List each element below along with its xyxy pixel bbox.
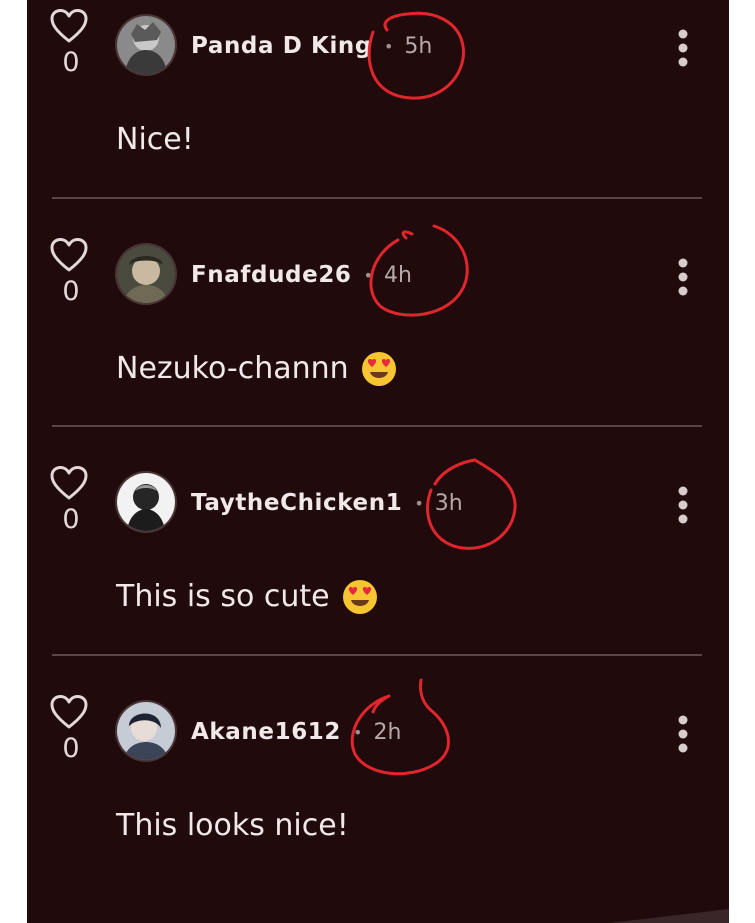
comment-item: 0 Fnafdude26 • 4h Nezuko-channn	[27, 229, 729, 457]
comment-meta: Akane1612 • 2h	[191, 712, 401, 752]
comment-text-content: Nice!	[116, 122, 194, 157]
panel-corner	[609, 909, 729, 923]
like-count: 0	[62, 276, 80, 307]
heart-eyes-emoji	[361, 352, 396, 386]
avatar[interactable]	[117, 16, 175, 74]
comment-text-content: Nezuko-channn	[116, 351, 349, 386]
like-count: 0	[62, 504, 80, 535]
comment-text: Nezuko-channn	[116, 349, 397, 389]
timestamp: 4h	[383, 262, 412, 288]
comments-panel: 0 Panda D King • 5h Nice! 0 Fnafdude26 •…	[27, 0, 729, 923]
username[interactable]: Panda D King	[191, 33, 372, 59]
more-vertical-icon[interactable]	[672, 257, 694, 297]
divider	[52, 425, 702, 427]
comment-meta: Fnafdude26 • 4h	[191, 255, 412, 295]
more-vertical-icon[interactable]	[672, 485, 694, 525]
username[interactable]: Akane1612	[191, 719, 341, 745]
comment-text-content: This looks nice!	[116, 808, 349, 843]
avatar[interactable]	[117, 473, 175, 531]
separator-dot: •	[353, 722, 363, 742]
timestamp: 3h	[434, 490, 463, 516]
comment-text: Nice!	[116, 120, 194, 160]
heart-outline-icon[interactable]	[49, 465, 89, 501]
username[interactable]: TaytheChicken1	[191, 490, 402, 516]
comment-meta: TaytheChicken1 • 3h	[191, 483, 463, 523]
heart-outline-icon[interactable]	[49, 8, 89, 44]
timestamp: 5h	[404, 33, 433, 59]
divider	[52, 197, 702, 199]
comment-item: 0 Akane1612 • 2h This looks nice!	[27, 686, 729, 914]
heart-outline-icon[interactable]	[49, 237, 89, 273]
comment-text: This is so cute	[116, 577, 378, 617]
comment-meta: Panda D King • 5h	[191, 26, 432, 66]
separator-dot: •	[414, 493, 424, 513]
more-vertical-icon[interactable]	[672, 28, 694, 68]
comment-item: 0 Panda D King • 5h Nice!	[27, 0, 729, 228]
heart-outline-icon[interactable]	[49, 694, 89, 730]
avatar[interactable]	[117, 245, 175, 303]
username[interactable]: Fnafdude26	[191, 262, 352, 288]
separator-dot: •	[363, 265, 373, 285]
like-count: 0	[62, 47, 80, 78]
separator-dot: •	[383, 36, 394, 56]
comment-text-content: This is so cute	[116, 579, 330, 614]
comment-item: 0 TaytheChicken1 • 3h This is so cute	[27, 457, 729, 685]
divider	[52, 654, 702, 656]
timestamp: 2h	[373, 719, 402, 745]
comment-text: This looks nice!	[116, 806, 349, 846]
like-count: 0	[62, 733, 80, 764]
more-vertical-icon[interactable]	[672, 714, 694, 754]
avatar[interactable]	[117, 702, 175, 760]
heart-eyes-emoji	[342, 580, 377, 614]
